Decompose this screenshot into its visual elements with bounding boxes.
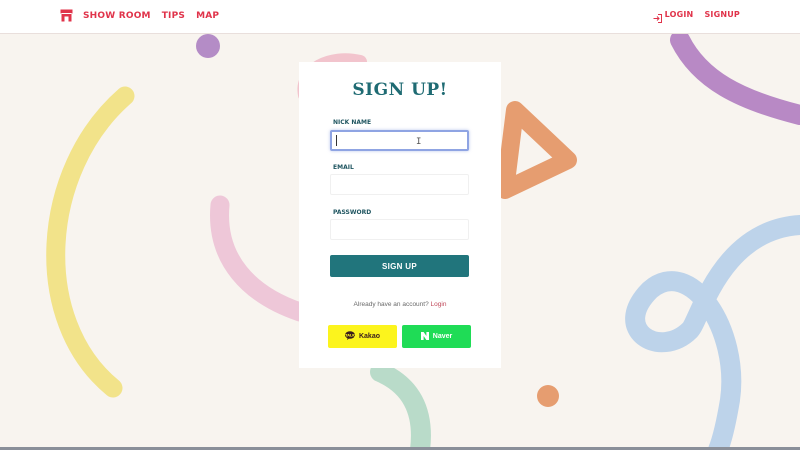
orange-dot: [537, 385, 559, 407]
purple-dot: [196, 34, 220, 58]
kakao-chat-icon: TALK: [344, 331, 355, 342]
nav-show-room[interactable]: SHOW ROOM: [83, 11, 151, 21]
kakao-login-button[interactable]: TALK Kakao: [328, 325, 397, 348]
top-navigation-bar: SHOW ROOM TIPS MAP LOGIN SIGNUP: [0, 0, 800, 34]
signup-button[interactable]: SIGN UP: [330, 255, 469, 277]
already-account-line: Already have an account? Login: [299, 301, 501, 308]
login-link[interactable]: Login: [431, 301, 447, 308]
nickname-label: NICK NAME: [333, 119, 372, 126]
email-input[interactable]: [330, 174, 469, 195]
email-label: EMAIL: [333, 164, 354, 171]
login-icon: [653, 10, 662, 23]
svg-text:TALK: TALK: [345, 334, 355, 338]
purple-stripe: [670, 34, 800, 125]
nav-left: SHOW ROOM TIPS MAP: [60, 9, 230, 22]
orange-triangle: [496, 101, 577, 199]
signup-nav-link[interactable]: SIGNUP: [704, 10, 740, 19]
green-curve: [370, 362, 431, 450]
text-caret: [336, 135, 337, 146]
signup-card: SIGN UP! NICK NAME I EMAIL PASSWORD SIGN…: [299, 62, 501, 368]
password-label: PASSWORD: [333, 209, 372, 216]
naver-n-icon: [420, 331, 429, 342]
naver-login-button[interactable]: Naver: [402, 325, 471, 348]
nickname-input[interactable]: [330, 130, 469, 151]
ibeam-cursor-icon: I: [416, 137, 422, 147]
naver-label: Naver: [432, 333, 453, 340]
pink-curve: [210, 195, 310, 322]
password-input[interactable]: [330, 219, 469, 240]
nav-map[interactable]: MAP: [196, 11, 219, 21]
store-icon[interactable]: [60, 9, 73, 22]
nav-right: LOGIN SIGNUP: [653, 10, 740, 23]
kakao-label: Kakao: [358, 333, 380, 340]
login-nav-link[interactable]: LOGIN: [653, 10, 694, 23]
login-nav-label: LOGIN: [664, 10, 694, 19]
page-title: SIGN UP!: [352, 80, 448, 100]
yellow-arc: [46, 86, 135, 398]
already-account-text: Already have an account?: [353, 301, 429, 308]
blue-loop: [625, 215, 800, 450]
nav-tips[interactable]: TIPS: [162, 11, 185, 21]
